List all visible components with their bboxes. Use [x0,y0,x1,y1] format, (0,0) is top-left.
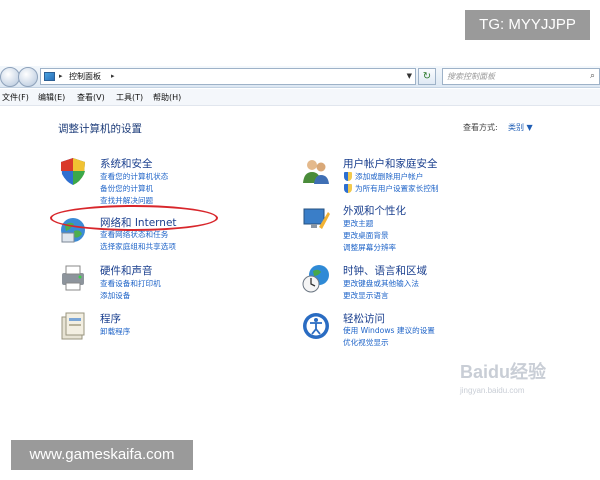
link-homegroup-sharing[interactable]: 选择家庭组和共享选项 [100,241,176,252]
category-title[interactable]: 系统和安全 [100,156,153,171]
search-icon[interactable]: ⌕ [590,69,595,84]
red-highlight-annotation [50,205,218,231]
control-panel-icon [44,72,55,81]
link-change-theme[interactable]: 更改主题 [343,218,373,229]
baidu-sub: jingyan.baidu.com [460,386,525,395]
menu-bar: 文件(F) 编辑(E) 查看(V) 工具(T) 帮助(H) [0,89,600,106]
link-optimize-visual-display[interactable]: 优化视觉显示 [343,337,389,348]
search-placeholder: 搜索控制面板 [447,72,495,81]
refresh-icon: ↻ [422,71,432,82]
printer-icon [62,265,84,291]
menu-tools[interactable]: 工具(T) [116,89,143,106]
users-icon [303,160,329,184]
view-by-dropdown[interactable]: 类别 ▼ [508,122,533,133]
appearance-icon [303,208,330,229]
link-change-input-method[interactable]: 更改键盘或其他输入法 [343,278,419,289]
site-watermark: www.gameskaifa.com [11,440,193,470]
menu-help[interactable]: 帮助(H) [153,89,181,106]
clock-globe-icon [302,265,329,293]
link-view-computer-status[interactable]: 查看您的计算机状态 [100,171,168,182]
address-dropdown-icon[interactable]: ▼ [407,69,412,84]
category-title[interactable]: 时钟、语言和区域 [343,263,427,278]
menu-file[interactable]: 文件(F) [2,89,29,106]
link-uninstall-program[interactable]: 卸载程序 [100,326,130,337]
link-change-display-language[interactable]: 更改显示语言 [343,290,389,301]
baidu-brand: Baidu经验 [460,362,547,382]
link-screen-resolution[interactable]: 调整屏幕分辨率 [343,242,396,253]
link-recommended-settings[interactable]: 使用 Windows 建议的设置 [343,325,435,336]
ease-of-access-icon [303,313,329,339]
menu-view[interactable]: 查看(V) [77,89,105,106]
category-title[interactable]: 用户帐户和家庭安全 [343,156,438,171]
back-button[interactable] [0,67,20,87]
category-title[interactable]: 轻松访问 [343,311,385,326]
breadcrumb-arrow-icon[interactable]: ▸ [59,69,63,84]
refresh-button[interactable]: ↻ [418,68,436,85]
search-input[interactable]: 搜索控制面板 ⌕ [442,68,600,85]
tg-watermark-badge: TG: MYYJJPP [465,10,590,40]
link-parental-controls[interactable]: 为所有用户设置家长控制 [344,183,439,194]
menu-edit[interactable]: 编辑(E) [38,89,65,106]
address-bar: ▸ 控制面板 ▸ ▼ ↻ 搜索控制面板 ⌕ [0,66,600,88]
category-title[interactable]: 程序 [100,311,121,326]
baidu-watermark: Baidu经验 jingyan.baidu.com [460,358,546,395]
programs-icon [61,312,85,340]
system-security-icon [61,158,85,185]
forward-button[interactable] [18,67,38,87]
breadcrumb-arrow-icon[interactable]: ▸ [111,69,115,84]
page-title: 调整计算机的设置 [58,123,142,135]
view-by-label: 查看方式: [463,123,498,132]
link-devices-printers[interactable]: 查看设备和打印机 [100,278,161,289]
breadcrumb-control-panel[interactable]: 控制面板 [69,69,101,84]
link-change-background[interactable]: 更改桌面背景 [343,230,389,241]
link-backup-computer[interactable]: 备份您的计算机 [100,183,153,194]
category-title[interactable]: 外观和个性化 [343,203,406,218]
category-title[interactable]: 硬件和声音 [100,263,153,278]
link-add-remove-accounts[interactable]: 添加或删除用户帐户 [343,171,423,182]
address-input[interactable]: ▸ 控制面板 ▸ ▼ [40,68,416,85]
link-add-device[interactable]: 添加设备 [100,290,130,301]
